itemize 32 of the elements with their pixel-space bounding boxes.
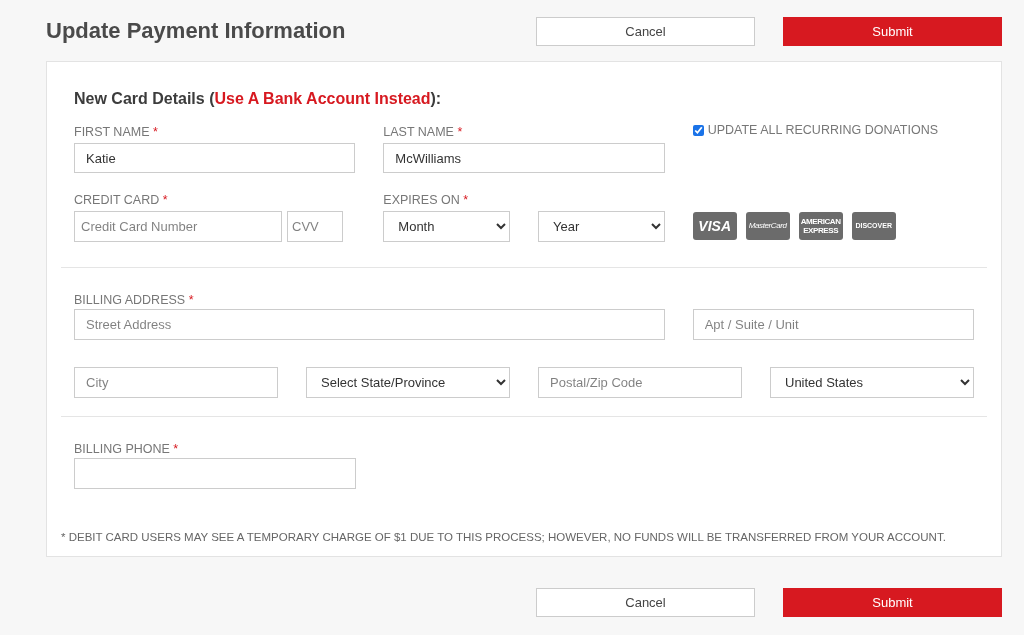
- submit-button[interactable]: Submit: [783, 17, 1002, 46]
- street-address-field[interactable]: Street Address: [74, 309, 665, 340]
- mastercard-logo: MasterCard: [745, 212, 790, 240]
- field-label: LAST NAME *: [383, 125, 463, 139]
- cancel-button[interactable]: Cancel: [536, 17, 755, 46]
- last-name-field[interactable]: McWilliams: [383, 143, 665, 173]
- submit-button[interactable]: Submit: [783, 588, 1002, 617]
- visa-logo: VISA: [692, 212, 737, 240]
- field-label: CREDIT CARD *: [74, 193, 168, 207]
- country-dropdown[interactable]: United States: [770, 367, 974, 398]
- state-dropdown[interactable]: Select State/Province: [306, 367, 510, 398]
- page-title: Update Payment Information: [46, 17, 347, 45]
- month-dropdown[interactable]: Month: [383, 211, 510, 242]
- field-label: FIRST NAME *: [74, 125, 158, 139]
- card-number-field[interactable]: Credit Card Number: [74, 211, 282, 242]
- cancel-button[interactable]: Cancel: [536, 588, 755, 617]
- field-label: EXPIRES ON *: [383, 193, 469, 207]
- phone-field[interactable]: [74, 458, 356, 489]
- checkbox-label: UPDATE ALL RECURRING DONATIONS: [707, 122, 938, 139]
- cvv-field[interactable]: CVV: [287, 211, 343, 242]
- first-name-field[interactable]: Katie: [74, 143, 356, 173]
- apt-suite-field[interactable]: Apt / Suite / Unit: [692, 309, 974, 340]
- checkbox[interactable]: [692, 124, 704, 136]
- section-heading: New Card Details (Use A Bank Account Instead):: [74, 89, 443, 109]
- footnote: * DEBIT CARD USERS MAY SEE A TEMPORARY CHARGE OF $1 DUE TO THIS PROCESS; HOWEVER, NO FUNDS WILL BE TRANSFERRED FROM YOUR ACCOUNT.: [61, 530, 947, 545]
- field-label: BILLING PHONE *: [74, 442, 179, 456]
- field-label: BILLING ADDRESS *: [74, 293, 194, 307]
- city-field[interactable]: City: [74, 367, 278, 398]
- year-dropdown[interactable]: Year: [538, 211, 665, 242]
- zip-code-field[interactable]: Postal/Zip Code: [538, 367, 742, 398]
- amex-logo: AMERICAN EXPRESS: [798, 212, 843, 240]
- bank-account-link[interactable]: Use A Bank Account Instead: [214, 90, 431, 107]
